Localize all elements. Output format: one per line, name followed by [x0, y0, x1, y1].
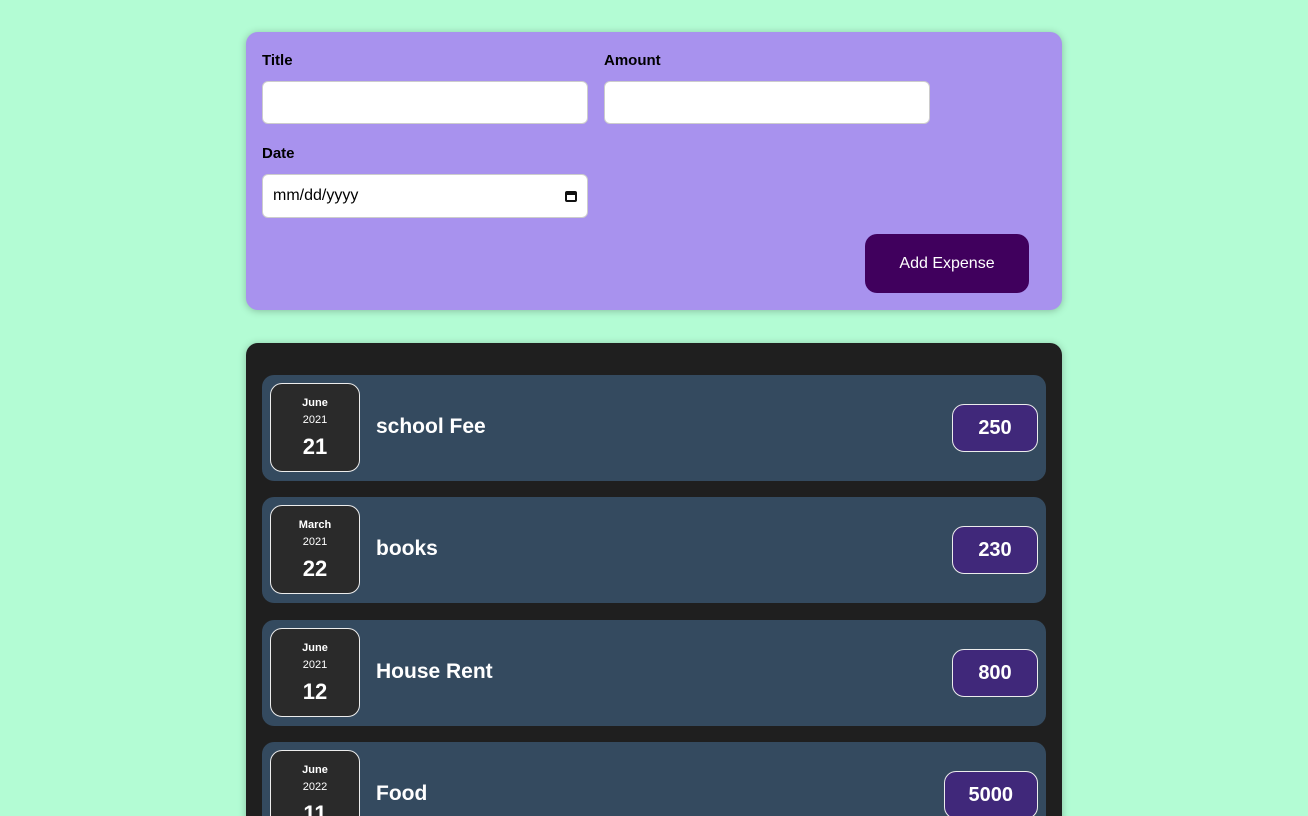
expense-year: 2021: [302, 659, 328, 671]
expense-month: June: [302, 642, 328, 654]
expense-month: June: [302, 397, 328, 409]
expense-day: 12: [302, 679, 328, 704]
expense-item[interactable]: June 2021 21 school Fee 250: [262, 375, 1046, 481]
expense-title: school Fee: [376, 415, 486, 438]
expense-day: 22: [302, 556, 328, 581]
add-expense-button[interactable]: Add Expense: [865, 234, 1029, 293]
amount-label: Amount: [604, 52, 661, 69]
expense-title: books: [376, 537, 438, 560]
expense-date: June 2021 21: [270, 383, 360, 472]
expense-amount: 800: [952, 649, 1038, 697]
expense-year: 2021: [302, 536, 328, 548]
title-input[interactable]: [262, 81, 588, 124]
expense-year: 2021: [302, 414, 328, 426]
expense-year: 2022: [302, 781, 328, 793]
date-placeholder: mm/dd/yyyy: [273, 187, 359, 204]
date-input[interactable]: mm/dd/yyyy: [262, 174, 588, 218]
page: Title Amount Date mm/dd/yyyy Add Expense…: [0, 0, 1308, 816]
expense-item[interactable]: June 2021 12 House Rent 800: [262, 620, 1046, 726]
expense-month: June: [302, 764, 328, 776]
expense-month: March: [298, 519, 332, 531]
expense-title: Food: [376, 782, 428, 805]
amount-input[interactable]: [604, 81, 930, 124]
expense-title: House Rent: [376, 660, 493, 683]
title-label: Title: [262, 52, 293, 69]
expense-list: June 2021 21 school Fee 250 March 2021 2…: [246, 343, 1062, 816]
date-label: Date: [262, 145, 295, 162]
expense-amount: 230: [952, 526, 1038, 574]
expense-amount: 5000: [943, 771, 1038, 816]
expense-form: Title Amount Date mm/dd/yyyy Add Expense: [246, 32, 1062, 310]
expense-item[interactable]: June 2022 11 Food 5000: [262, 742, 1046, 816]
expense-date: March 2021 22: [270, 505, 360, 594]
expense-item[interactable]: March 2021 22 books 230: [262, 497, 1046, 603]
expense-date: June 2022 11: [270, 750, 360, 816]
expense-day: 21: [302, 434, 328, 459]
expense-amount: 250: [952, 404, 1038, 452]
expense-day: 11: [303, 801, 327, 816]
calendar-icon[interactable]: [565, 190, 577, 202]
expense-date: June 2021 12: [270, 628, 360, 717]
